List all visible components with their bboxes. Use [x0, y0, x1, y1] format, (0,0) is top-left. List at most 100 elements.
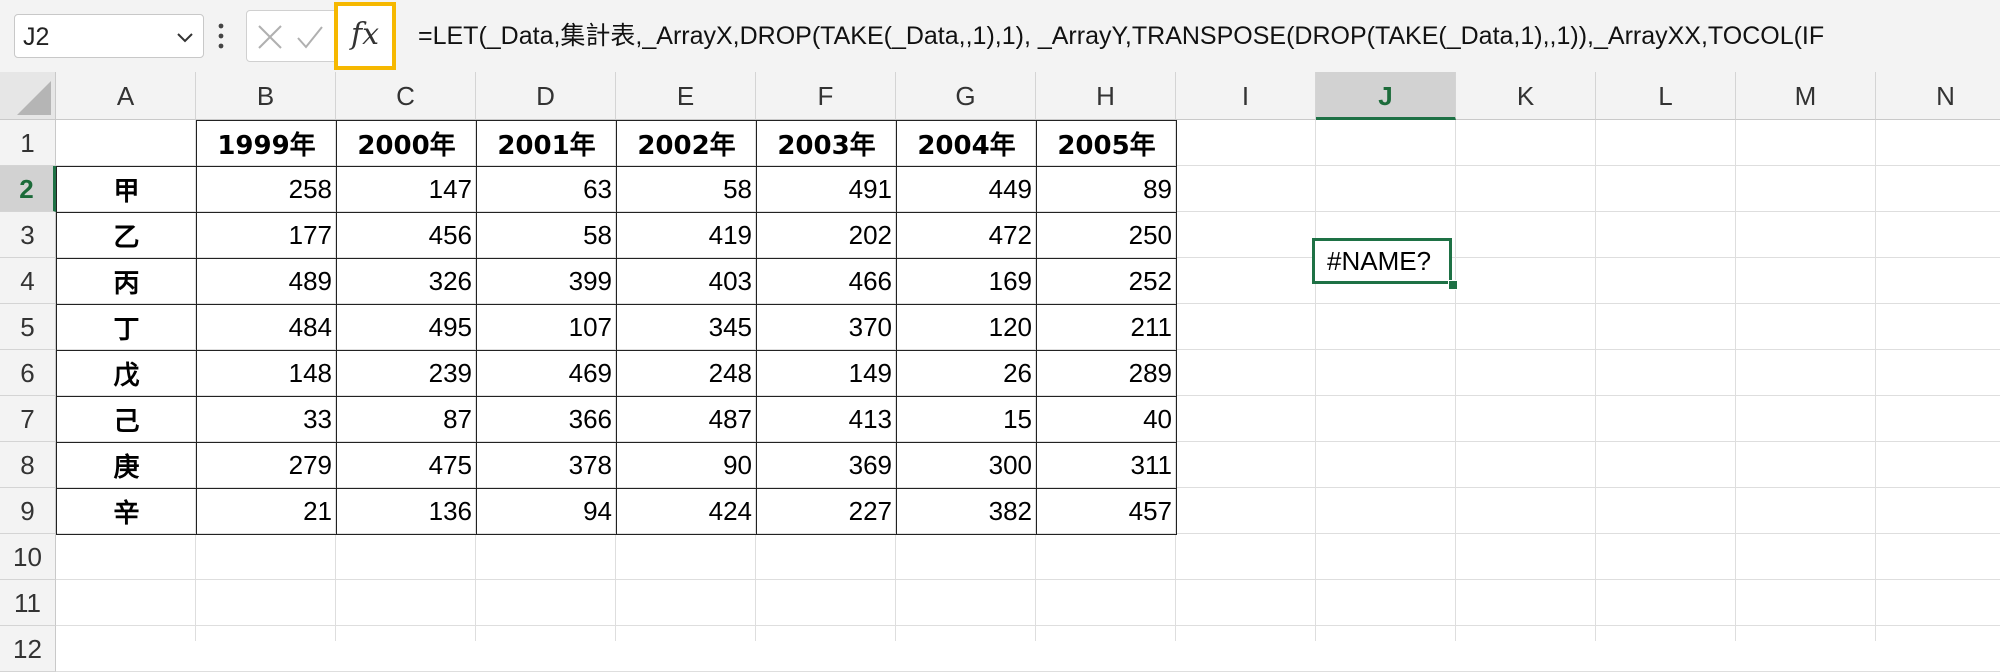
value-cell[interactable]: 449 [896, 166, 1037, 213]
value-cell[interactable]: 89 [1036, 166, 1177, 213]
row-label-cell[interactable]: 己 [56, 396, 197, 443]
value-cell[interactable]: 489 [196, 258, 337, 305]
column-header-d[interactable]: D [476, 72, 616, 120]
year-header-cell[interactable]: 2003年 [756, 120, 897, 167]
row-header-6[interactable]: 6 [0, 350, 56, 396]
value-cell[interactable]: 58 [616, 166, 757, 213]
row-header-1[interactable]: 1 [0, 120, 56, 166]
row-label-cell[interactable]: 丁 [56, 304, 197, 351]
value-cell[interactable]: 466 [756, 258, 897, 305]
year-header-cell[interactable]: 1999年 [196, 120, 337, 167]
row-header-11[interactable]: 11 [0, 580, 56, 626]
formula-input[interactable]: =LET(_Data,集計表,_ArrayX,DROP(TAKE(_Data,,… [418, 14, 2000, 58]
value-cell[interactable]: 419 [616, 212, 757, 259]
value-cell[interactable]: 495 [336, 304, 477, 351]
fill-handle[interactable] [1448, 280, 1458, 290]
row-header-4[interactable]: 4 [0, 258, 56, 304]
year-header-cell[interactable]: 2002年 [616, 120, 757, 167]
row-header-7[interactable]: 7 [0, 396, 56, 442]
value-cell[interactable]: 484 [196, 304, 337, 351]
value-cell[interactable]: 378 [476, 442, 617, 489]
value-cell[interactable]: 40 [1036, 396, 1177, 443]
value-cell[interactable]: 475 [336, 442, 477, 489]
value-cell[interactable]: 487 [616, 396, 757, 443]
select-all-button[interactable] [0, 72, 56, 120]
active-cell[interactable]: #NAME? [1312, 238, 1452, 284]
value-cell[interactable]: 326 [336, 258, 477, 305]
value-cell[interactable]: 252 [1036, 258, 1177, 305]
value-cell[interactable]: 403 [616, 258, 757, 305]
value-cell[interactable]: 399 [476, 258, 617, 305]
column-header-g[interactable]: G [896, 72, 1036, 120]
year-header-cell[interactable]: 2005年 [1036, 120, 1177, 167]
value-cell[interactable]: 239 [336, 350, 477, 397]
value-cell[interactable]: 147 [336, 166, 477, 213]
value-cell[interactable]: 21 [196, 488, 337, 535]
value-cell[interactable]: 58 [476, 212, 617, 259]
column-header-n[interactable]: N [1876, 72, 2000, 120]
column-header-k[interactable]: K [1456, 72, 1596, 120]
row-label-cell[interactable]: 丙 [56, 258, 197, 305]
cancel-icon[interactable] [255, 22, 285, 52]
row-header-10[interactable]: 10 [0, 534, 56, 580]
value-cell[interactable]: 177 [196, 212, 337, 259]
year-header-cell[interactable]: 2000年 [336, 120, 477, 167]
value-cell[interactable]: 279 [196, 442, 337, 489]
enter-check-icon[interactable] [295, 22, 325, 52]
value-cell[interactable]: 311 [1036, 442, 1177, 489]
value-cell[interactable]: 120 [896, 304, 1037, 351]
insert-function-icon[interactable]: fx [334, 2, 396, 70]
year-header-cell[interactable]: 2004年 [896, 120, 1037, 167]
name-box[interactable]: J2 [14, 14, 204, 58]
value-cell[interactable]: 382 [896, 488, 1037, 535]
column-header-l[interactable]: L [1596, 72, 1736, 120]
row-label-cell[interactable]: 甲 [56, 166, 197, 213]
value-cell[interactable]: 169 [896, 258, 1037, 305]
row-header-3[interactable]: 3 [0, 212, 56, 258]
row-label-cell[interactable]: 戊 [56, 350, 197, 397]
value-cell[interactable]: 211 [1036, 304, 1177, 351]
value-cell[interactable]: 33 [196, 396, 337, 443]
value-cell[interactable]: 469 [476, 350, 617, 397]
column-header-a[interactable]: A [56, 72, 196, 120]
value-cell[interactable]: 345 [616, 304, 757, 351]
value-cell[interactable]: 148 [196, 350, 337, 397]
value-cell[interactable]: 15 [896, 396, 1037, 443]
column-header-h[interactable]: H [1036, 72, 1176, 120]
value-cell[interactable]: 413 [756, 396, 897, 443]
value-cell[interactable]: 26 [896, 350, 1037, 397]
value-cell[interactable]: 227 [756, 488, 897, 535]
value-cell[interactable]: 366 [476, 396, 617, 443]
worksheet-grid[interactable]: ABCDEFGHIJKLMN 1 2 3 4 5 6 7 8 9 10 11 12 1999年 2000… [0, 72, 2000, 672]
value-cell[interactable]: 491 [756, 166, 897, 213]
value-cell[interactable]: 424 [616, 488, 757, 535]
row-header-12[interactable]: 12 [0, 626, 56, 672]
chevron-down-icon[interactable] [175, 27, 195, 47]
column-header-m[interactable]: M [1736, 72, 1876, 120]
empty-cell-a1[interactable] [57, 121, 197, 167]
column-header-b[interactable]: B [196, 72, 336, 120]
value-cell[interactable]: 456 [336, 212, 477, 259]
column-header-i[interactable]: I [1176, 72, 1316, 120]
value-cell[interactable]: 149 [756, 350, 897, 397]
row-label-cell[interactable]: 庚 [56, 442, 197, 489]
value-cell[interactable]: 94 [476, 488, 617, 535]
column-header-e[interactable]: E [616, 72, 756, 120]
row-header-5[interactable]: 5 [0, 304, 56, 350]
value-cell[interactable]: 472 [896, 212, 1037, 259]
column-header-c[interactable]: C [336, 72, 476, 120]
value-cell[interactable]: 250 [1036, 212, 1177, 259]
value-cell[interactable]: 289 [1036, 350, 1177, 397]
row-label-cell[interactable]: 辛 [56, 488, 197, 535]
more-dots-icon[interactable] [216, 18, 226, 54]
value-cell[interactable]: 370 [756, 304, 897, 351]
year-header-cell[interactable]: 2001年 [476, 120, 617, 167]
value-cell[interactable]: 202 [756, 212, 897, 259]
row-header-8[interactable]: 8 [0, 442, 56, 488]
value-cell[interactable]: 248 [616, 350, 757, 397]
value-cell[interactable]: 107 [476, 304, 617, 351]
row-label-cell[interactable]: 乙 [56, 212, 197, 259]
value-cell[interactable]: 136 [336, 488, 477, 535]
row-header-2[interactable]: 2 [0, 166, 56, 212]
column-header-f[interactable]: F [756, 72, 896, 120]
